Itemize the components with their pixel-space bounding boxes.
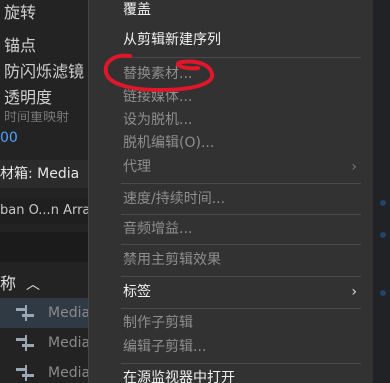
menu-item-open-in-source-monitor[interactable]: 在源监视器中打开 xyxy=(89,364,373,383)
sequence-icon xyxy=(16,305,34,321)
property-label: 透明度 xyxy=(4,88,53,107)
list-item[interactable]: Media xyxy=(0,358,100,383)
item-label: Media xyxy=(48,335,91,351)
context-menu: 覆盖 从剪辑新建序列 替换素材... 链接媒体... 设为脱机... 脱机编辑(… xyxy=(88,0,373,383)
menu-item-label: 标签 xyxy=(123,284,151,300)
app-window: 旋转 锚点 防闪烁滤镜 透明度 时间重映射 00 材箱: Media ban O… xyxy=(0,0,390,383)
menu-item-label: 在源监视器中打开 xyxy=(123,370,235,383)
list-item[interactable]: Media xyxy=(0,298,100,328)
menu-item-audio-gain[interactable]: 音频增益... xyxy=(89,215,373,243)
property-opacity[interactable]: 透明度 xyxy=(0,87,100,109)
marker xyxy=(380,232,386,238)
column-header-label: 称 xyxy=(0,274,17,293)
menu-item-disable-master-clip-effects[interactable]: 禁用主剪辑效果 xyxy=(89,246,373,274)
sequence-icon xyxy=(16,335,34,351)
menu-item-label: 代理 xyxy=(123,159,151,175)
marker xyxy=(380,200,386,206)
menu-item-new-sequence-from-clip[interactable]: 从剪辑新建序列 xyxy=(89,26,373,54)
marker xyxy=(380,290,386,296)
property-anti-flicker[interactable]: 防闪烁滤镜 xyxy=(0,61,100,83)
menu-item-label: 禁用主剪辑效果 xyxy=(123,252,221,268)
menu-item-label-submenu[interactable]: 标签 › xyxy=(89,278,373,306)
property-label: 旋转 xyxy=(4,3,37,22)
menu-item-label: 音频增益... xyxy=(123,221,193,237)
menu-item-overwrite[interactable]: 覆盖 xyxy=(89,0,373,24)
property-label: 防闪烁滤镜 xyxy=(4,62,85,81)
scroll-strip[interactable] xyxy=(372,0,390,383)
menu-separator xyxy=(121,244,361,245)
panel-divider xyxy=(0,232,100,262)
project-panel-subtitle: ban O...n Array xyxy=(0,198,100,224)
chevron-right-icon: › xyxy=(351,159,357,175)
property-label: 锚点 xyxy=(4,36,37,55)
menu-item-edit-subclip[interactable]: 编辑子剪辑... xyxy=(89,333,373,361)
property-label: 时间重映射 xyxy=(4,111,70,125)
menu-separator xyxy=(121,183,361,184)
menu-item-speed-duration[interactable]: 速度/持续时间... xyxy=(89,185,373,213)
menu-item-proxy[interactable]: 代理 › xyxy=(89,153,373,181)
menu-separator xyxy=(121,276,361,277)
list-item[interactable]: Media xyxy=(0,328,100,358)
property-time-remap[interactable]: 时间重映射 xyxy=(0,111,100,125)
property-anchor[interactable]: 锚点 xyxy=(0,35,100,57)
timecode-value[interactable]: 00 xyxy=(0,129,18,147)
name-column-header[interactable]: 称 ︿ xyxy=(0,270,100,298)
menu-item-label: 编辑子剪辑... xyxy=(123,339,207,355)
property-rotation[interactable]: 旋转 xyxy=(0,2,100,24)
chevron-up-icon: ︿ xyxy=(26,277,41,293)
menu-item-label: 覆盖 xyxy=(123,2,151,18)
item-label: Media xyxy=(48,365,91,381)
menu-separator xyxy=(121,57,361,58)
item-label: Media xyxy=(48,305,91,321)
chevron-right-icon: › xyxy=(351,284,357,300)
menu-item-label: 速度/持续时间... xyxy=(123,191,226,207)
sequence-icon xyxy=(16,365,34,381)
menu-item-label: 从剪辑新建序列 xyxy=(123,32,221,48)
project-panel-tab[interactable]: 材箱: Media xyxy=(0,160,100,188)
